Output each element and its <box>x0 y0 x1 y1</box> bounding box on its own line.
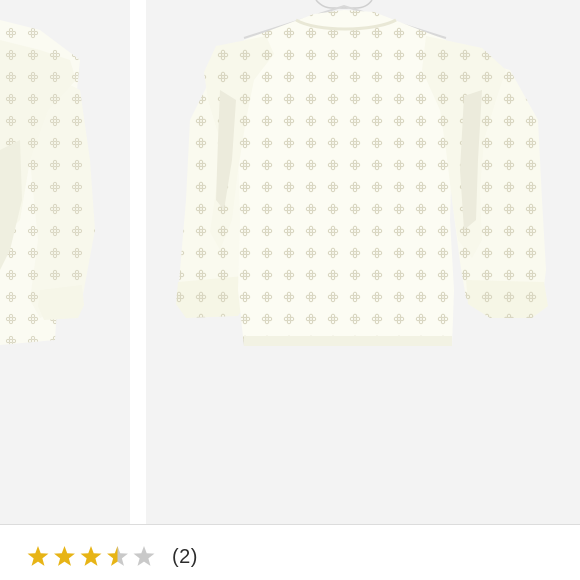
star-icon <box>80 546 102 566</box>
star-icon <box>133 546 155 566</box>
star-icon <box>27 546 49 566</box>
star-rating[interactable] <box>26 544 156 570</box>
star-icon <box>54 546 75 566</box>
review-count-link[interactable]: (2) <box>172 545 198 569</box>
blouse-side-view-image <box>0 20 95 345</box>
star-icon <box>107 546 128 566</box>
product-image-carousel[interactable] <box>0 0 580 524</box>
blouse-back-view-image <box>176 0 548 346</box>
product-image-previous[interactable] <box>0 0 130 524</box>
product-image-current[interactable] <box>146 0 580 524</box>
